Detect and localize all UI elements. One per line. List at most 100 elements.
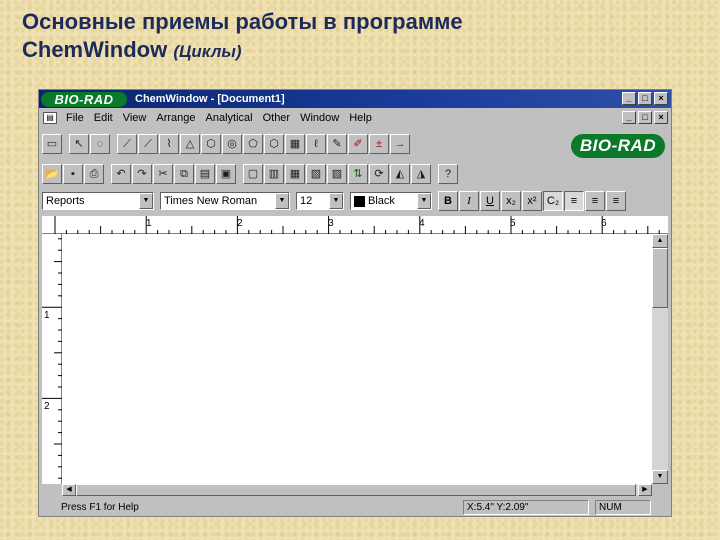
distribute-icon[interactable]: ▦ xyxy=(285,164,305,184)
template-icon[interactable]: ▦ xyxy=(285,134,305,154)
superscript-button[interactable]: x² xyxy=(522,191,542,211)
zoom-icon[interactable]: ◮ xyxy=(411,164,431,184)
italic-button[interactable]: I xyxy=(459,191,479,211)
chem-format-button[interactable]: C₂ xyxy=(543,191,563,211)
redo-icon[interactable]: ↷ xyxy=(132,164,152,184)
rotate-icon[interactable]: ⟳ xyxy=(369,164,389,184)
bold-button[interactable]: B xyxy=(438,191,458,211)
print-icon[interactable]: ⎙ xyxy=(84,164,104,184)
ruler-label-2: 2 xyxy=(237,218,243,229)
scroll-up-button[interactable]: ▲ xyxy=(652,234,668,248)
chevron-down-icon[interactable]: ▼ xyxy=(329,193,343,209)
style-select[interactable]: Reports ▼ xyxy=(42,192,154,210)
window-controls: _ □ × xyxy=(622,92,668,105)
menu-file[interactable]: File xyxy=(61,112,89,124)
select-arrow-icon[interactable]: ↖ xyxy=(69,134,89,154)
menu-bar: ▤ File Edit View Arrange Analytical Othe… xyxy=(39,109,671,127)
horizontal-ruler-ticks: 1 2 3 4 5 6 xyxy=(54,216,660,234)
ruler-label-1: 1 xyxy=(146,218,152,229)
vertical-scroll-thumb[interactable] xyxy=(652,248,668,308)
cyclopropane-icon[interactable]: △ xyxy=(180,134,200,154)
slide-title-line1: Основные приемы работы в программе xyxy=(22,9,463,34)
doc-restore-button[interactable]: □ xyxy=(638,111,652,124)
save-icon[interactable]: ▪ xyxy=(63,164,83,184)
ungroup-icon[interactable]: ▢ xyxy=(243,164,263,184)
close-button[interactable]: × xyxy=(654,92,668,105)
copy-icon[interactable]: ⧉ xyxy=(174,164,194,184)
pen-icon[interactable]: ✎ xyxy=(327,134,347,154)
menu-analytical[interactable]: Analytical xyxy=(201,112,258,124)
cycloheptane-icon[interactable]: ⬡ xyxy=(264,134,284,154)
slide-title-topic: (Циклы) xyxy=(173,42,242,61)
eraser-icon[interactable]: ✐ xyxy=(348,134,368,154)
color-select[interactable]: Black ▼ xyxy=(350,192,432,210)
charge-icon[interactable]: ± xyxy=(369,134,389,154)
status-bar: Press F1 for Help X:5.4" Y:2.09" NUM xyxy=(39,498,671,516)
underline-button[interactable]: U xyxy=(480,191,500,211)
slide-title: Основные приемы работы в программе ChemW… xyxy=(22,8,702,66)
vertical-scrollbar[interactable]: ▲ ▼ xyxy=(652,234,668,484)
menu-other[interactable]: Other xyxy=(258,112,296,124)
maximize-button[interactable]: □ xyxy=(638,92,652,105)
vertical-ruler: 1 2 xyxy=(42,234,62,484)
arrow-tool-icon[interactable]: → xyxy=(390,134,410,154)
menu-window[interactable]: Window xyxy=(295,112,344,124)
flip-icon[interactable]: ⇅ xyxy=(348,164,368,184)
horizontal-scroll-thumb[interactable] xyxy=(76,484,636,496)
wedge-bond-icon[interactable]: ⟋ xyxy=(138,134,158,154)
cyclopentane-icon[interactable]: ⬠ xyxy=(243,134,263,154)
slide-title-app: ChemWindow xyxy=(22,37,168,62)
size-select[interactable]: 12 ▼ xyxy=(296,192,344,210)
font-value: Times New Roman xyxy=(164,195,258,207)
open-icon[interactable]: 📂 xyxy=(42,164,62,184)
cut-icon[interactable]: ✂ xyxy=(153,164,173,184)
bond-icon[interactable]: ⟋ xyxy=(117,134,137,154)
minimize-button[interactable]: _ xyxy=(622,92,636,105)
scroll-down-button[interactable]: ▼ xyxy=(652,470,668,484)
ruler-label-5: 5 xyxy=(510,218,516,229)
doc-minimize-button[interactable]: _ xyxy=(622,111,636,124)
chevron-down-icon[interactable]: ▼ xyxy=(417,193,431,209)
menu-view[interactable]: View xyxy=(118,112,152,124)
undo-icon[interactable]: ↶ xyxy=(111,164,131,184)
drawing-canvas[interactable] xyxy=(62,234,652,484)
scroll-left-button[interactable]: ◀ xyxy=(62,484,76,496)
chemwindow-app-window: BIO-RAD ChemWindow - [Document1] _ □ × ▤… xyxy=(38,89,672,517)
horizontal-scrollbar[interactable]: ◀ ▶ xyxy=(62,484,652,496)
new-doc-icon[interactable]: ▭ xyxy=(42,134,62,154)
doc-close-button[interactable]: × xyxy=(654,111,668,124)
color-value: Black xyxy=(368,195,395,207)
chevron-down-icon[interactable]: ▼ xyxy=(275,193,289,209)
font-select[interactable]: Times New Roman ▼ xyxy=(160,192,290,210)
menu-help[interactable]: Help xyxy=(344,112,377,124)
subscript-button[interactable]: x₂ xyxy=(501,191,521,211)
menu-arrange[interactable]: Arrange xyxy=(151,112,200,124)
ruler-label-4: 4 xyxy=(419,218,425,229)
chevron-down-icon[interactable]: ▼ xyxy=(139,193,153,209)
vertical-ruler-ticks: 1 2 xyxy=(42,238,62,479)
send-back-icon[interactable]: ▨ xyxy=(327,164,347,184)
status-help-text: Press F1 for Help xyxy=(61,501,139,513)
group-icon[interactable]: ▣ xyxy=(216,164,236,184)
align-left-button[interactable]: ≡ xyxy=(564,191,584,211)
menu-edit[interactable]: Edit xyxy=(89,112,118,124)
benzene-icon[interactable]: ◎ xyxy=(222,134,242,154)
lasso-icon[interactable]: ◌ xyxy=(90,134,110,154)
help-icon[interactable]: ? xyxy=(438,164,458,184)
align-icon[interactable]: ▥ xyxy=(264,164,284,184)
title-bar[interactable]: BIO-RAD ChemWindow - [Document1] _ □ × xyxy=(39,90,671,108)
vruler-label-2: 2 xyxy=(44,401,50,412)
bring-front-icon[interactable]: ▧ xyxy=(306,164,326,184)
scroll-right-button[interactable]: ▶ xyxy=(638,484,652,496)
document-menu-icon[interactable]: ▤ xyxy=(43,112,57,124)
mirror-icon[interactable]: ◭ xyxy=(390,164,410,184)
orbital-icon[interactable]: ℓ xyxy=(306,134,326,154)
chain-icon[interactable]: ⌇ xyxy=(159,134,179,154)
ruler-label-6: 6 xyxy=(601,218,607,229)
paste-icon[interactable]: ▤ xyxy=(195,164,215,184)
align-right-button[interactable]: ≡ xyxy=(606,191,626,211)
status-num-lock: NUM xyxy=(595,500,651,515)
align-center-button[interactable]: ≡ xyxy=(585,191,605,211)
slide-title-line2: ChemWindow (Циклы) xyxy=(22,36,702,66)
cyclohexane-icon[interactable]: ⬡ xyxy=(201,134,221,154)
